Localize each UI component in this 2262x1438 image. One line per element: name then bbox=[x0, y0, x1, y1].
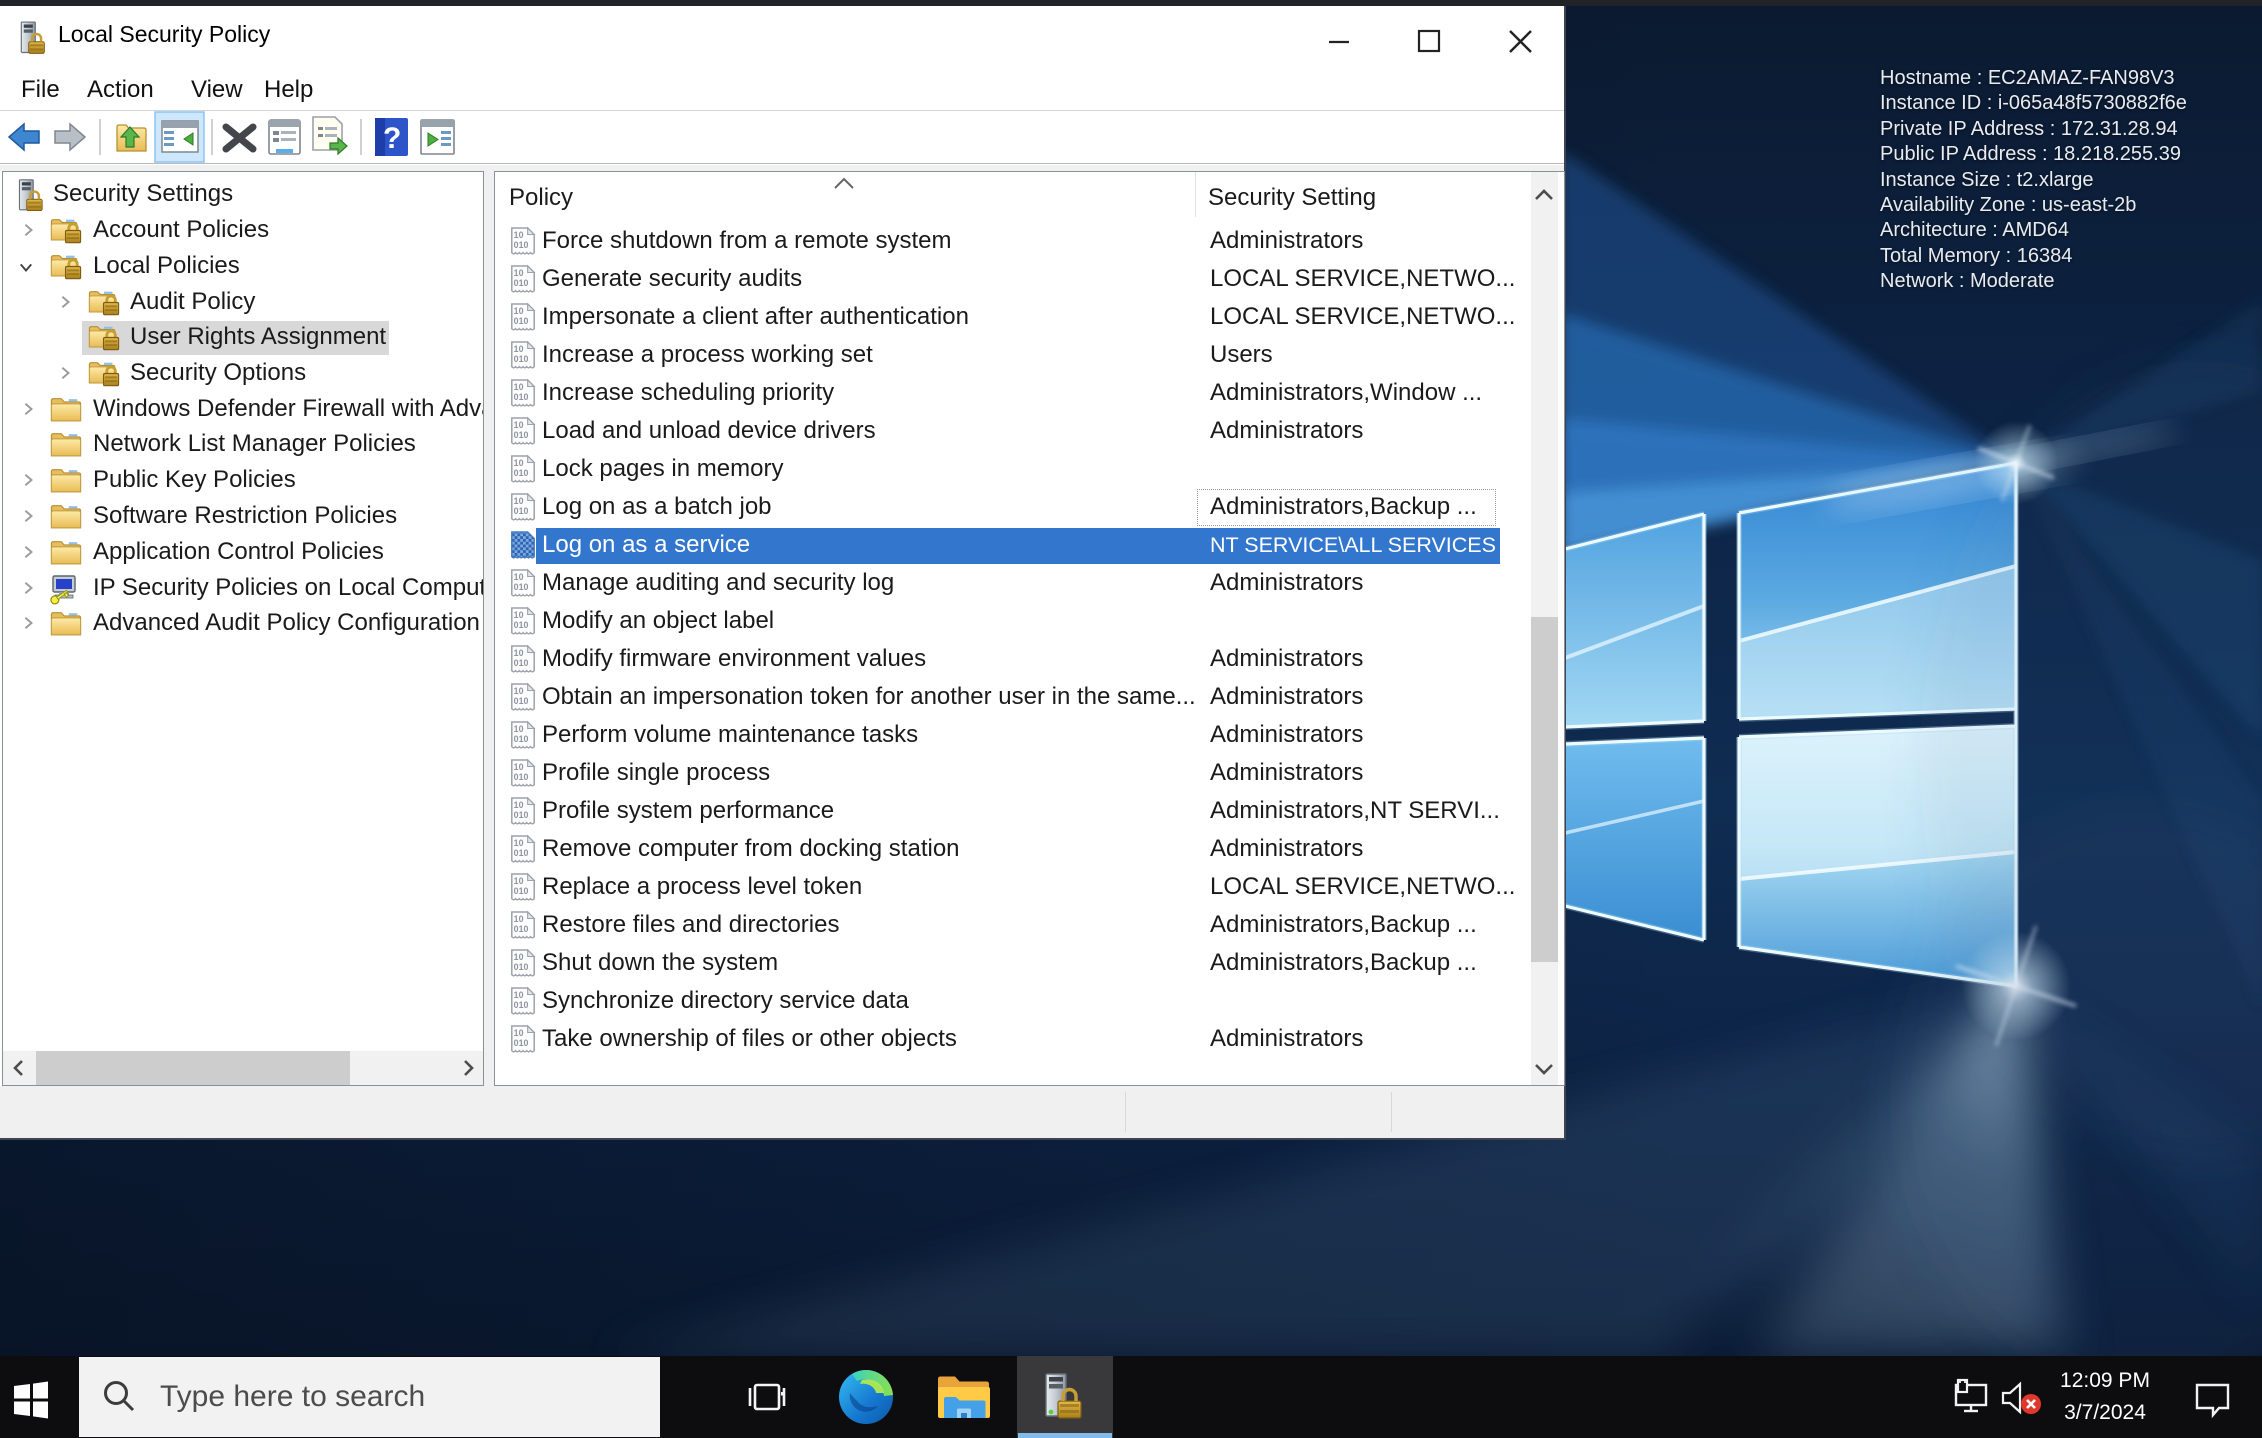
svg-text:?: ? bbox=[383, 122, 401, 155]
